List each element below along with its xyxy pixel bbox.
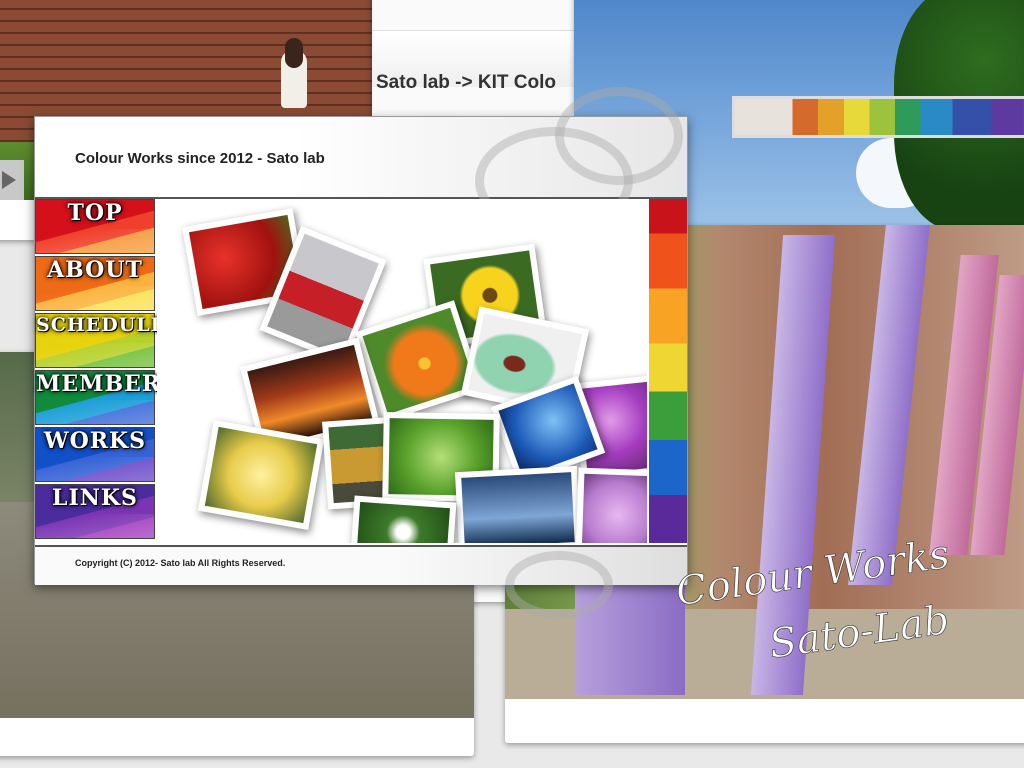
nav-schedule-label: SCHEDULE [36,314,167,336]
nav-top-button[interactable]: TOP [35,199,155,254]
kit-page-title: Sato lab -> KIT Colo [376,72,556,93]
copyright-text: Copyright (C) 2012- Sato lab All Rights … [75,558,286,568]
nav-member-label: MEMBER [36,371,162,397]
nav-links-button[interactable]: LINKS [35,484,155,539]
photo-white-flower [349,495,457,543]
site-footer: Copyright (C) 2012- Sato lab All Rights … [35,545,687,619]
nav-member-button[interactable]: MEMBER [35,370,160,425]
site-nav: TOP ABOUT SCHEDULE MEMBER WORKS LINKS [35,199,165,543]
person-figure [281,38,307,108]
nav-works-label: WORKS [43,428,147,454]
footer-ornament [505,551,613,619]
site-window: Colour Works since 2012 - Sato lab TOP A… [34,87,688,619]
rainbow-bridge [732,96,1024,138]
photo-airplane-sky [454,465,582,543]
nav-about-label: ABOUT [47,257,143,283]
play-icon[interactable] [0,160,24,200]
nav-schedule-button[interactable]: SCHEDULE [35,313,165,368]
photo-lilac-flowers [575,467,647,543]
site-header: Colour Works since 2012 - Sato lab [35,87,687,235]
handwritten-title: Colour Works Sato-Lab [673,531,953,668]
nav-links-label: LINKS [52,485,138,511]
rainbow-strip [649,199,687,543]
nav-top-label: TOP [67,200,123,226]
handwritten-line-2: Sato-Lab [766,597,952,668]
photo-collage [157,199,647,543]
site-title: Colour Works since 2012 - Sato lab [75,150,325,167]
header-ornament [555,87,683,185]
nav-works-button[interactable]: WORKS [35,427,155,482]
photo-yellow-roses [197,419,325,531]
nav-about-button[interactable]: ABOUT [35,256,155,311]
